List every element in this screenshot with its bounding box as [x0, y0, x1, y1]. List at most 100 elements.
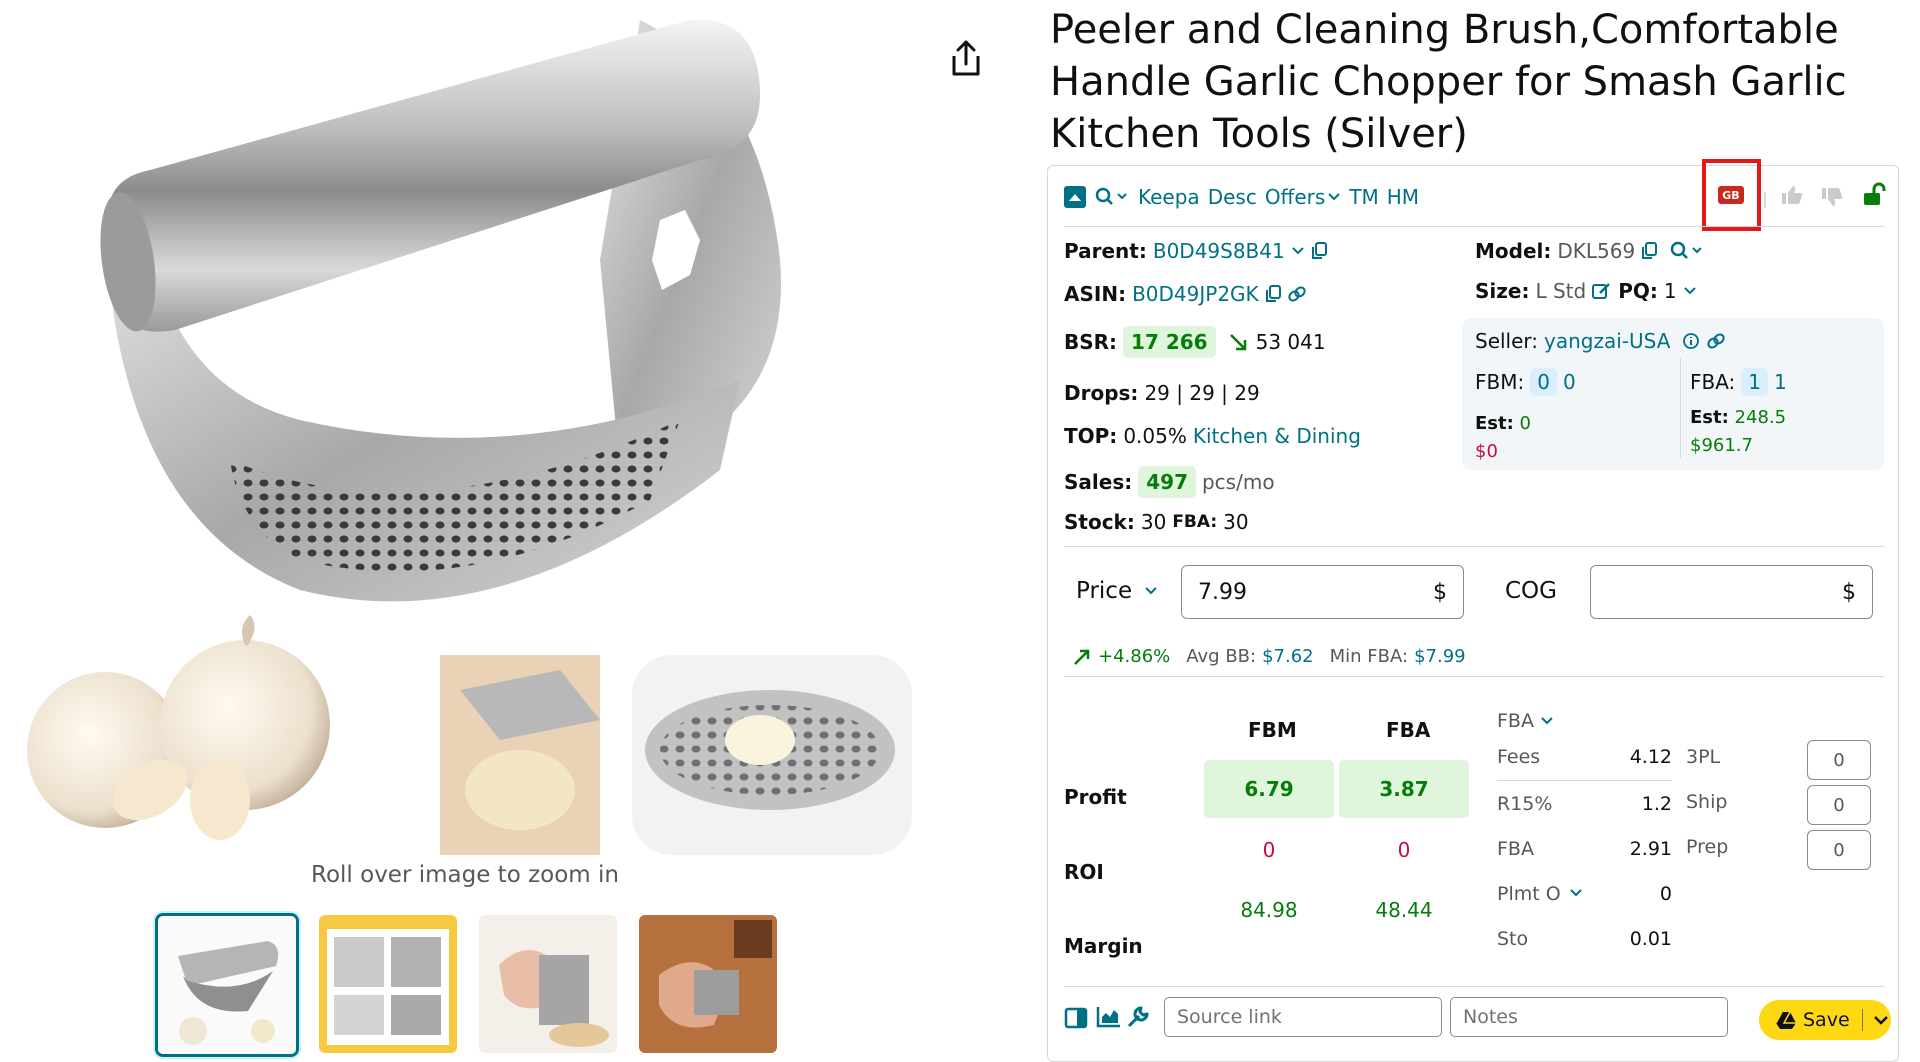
zoom-hint: Roll over image to zoom in [311, 862, 619, 888]
trend-down-icon [1229, 334, 1246, 351]
collapse-icon[interactable] [1064, 186, 1086, 208]
3pl-input[interactable]: 0 [1807, 740, 1871, 780]
chevron-down-icon [1541, 717, 1553, 725]
wrench-icon[interactable] [1126, 1005, 1150, 1029]
ship-input[interactable]: 0 [1807, 785, 1871, 825]
fba-header: FBA [1386, 718, 1431, 742]
main-product-image[interactable] [0, 0, 930, 870]
thumbs-up-icon[interactable] [1780, 184, 1804, 206]
copy-icon[interactable] [1311, 242, 1327, 260]
stock-row: Stock: 30 FBA: 30 [1064, 510, 1249, 534]
cog-label: COG [1505, 578, 1557, 604]
drive-icon [1775, 1011, 1796, 1029]
sidebar-toggle-icon[interactable] [1064, 1006, 1088, 1030]
notes-input[interactable]: Notes [1450, 997, 1728, 1037]
drops-row: Drops: 29 | 29 | 29 [1064, 381, 1260, 405]
keepa-link[interactable]: Keepa [1138, 185, 1200, 209]
thumbnail-4[interactable] [637, 913, 779, 1055]
save-button[interactable]: Save [1759, 1000, 1891, 1040]
sales-row: Sales: 497 pcs/mo [1064, 466, 1275, 498]
price-dropdown[interactable]: Price [1076, 578, 1158, 604]
model-row: Model: DKL569 [1475, 239, 1705, 263]
avg-bb-value: $7.62 [1262, 646, 1314, 667]
sales-value: 497 [1138, 466, 1196, 498]
fba-roi: 0 [1397, 838, 1411, 862]
min-fba-value: $7.99 [1414, 646, 1466, 667]
fees-dropdown[interactable]: FBA [1497, 710, 1554, 732]
fbm-margin: 84.98 [1240, 898, 1298, 922]
fba-count[interactable]: 1 [1741, 368, 1769, 396]
desc-link[interactable]: Desc [1208, 185, 1257, 209]
fee-row[interactable]: Plmt O0 [1497, 871, 1672, 916]
thumbs-down-icon[interactable] [1820, 186, 1844, 208]
link-icon[interactable] [1706, 332, 1726, 350]
search-dropdown-icon[interactable] [1669, 240, 1705, 262]
fbm-header: FBM [1248, 718, 1297, 742]
footer-divider [1064, 986, 1884, 987]
seller-divider [1680, 358, 1681, 458]
bsr-row: BSR: 17 266 53 041 [1064, 326, 1326, 358]
seller-row: Seller: yangzai-USA [1475, 329, 1726, 353]
tm-link[interactable]: TM [1349, 185, 1378, 209]
chart-icon[interactable] [1096, 1005, 1122, 1029]
highlight-box [1702, 159, 1761, 231]
section-divider [1064, 546, 1884, 547]
pq-value[interactable]: 1 [1664, 279, 1677, 303]
fba-est: Est: 248.5 $961.7 [1690, 407, 1787, 456]
profit-label: Profit [1064, 785, 1127, 809]
chevron-down-icon[interactable] [1291, 246, 1305, 256]
toolbar-divider-line [1064, 226, 1884, 227]
size-row: Size: L Std PQ: 1 [1475, 279, 1697, 303]
prep-input[interactable]: 0 [1807, 830, 1871, 870]
chevron-down-icon[interactable] [1873, 1014, 1889, 1026]
source-link-input[interactable]: Source link [1164, 997, 1442, 1037]
fbm-sellers-row: FBM: 0 0 [1475, 368, 1576, 396]
fee-row: R15% 1.2 [1497, 792, 1672, 815]
asin-link[interactable]: B0D49JP2GK [1132, 282, 1259, 306]
cog-input[interactable]: $ [1590, 565, 1873, 619]
toolbar-divider [1764, 192, 1766, 208]
fee-row: FBA 2.91 [1497, 837, 1672, 860]
chevron-down-icon [1328, 193, 1340, 201]
fees-table: Fees 4.12 R15% 1.2 FBA 2.91 Plmt O0 Sto 0.01 [1497, 746, 1672, 961]
copy-icon[interactable] [1641, 242, 1658, 260]
asin-row: ASIN: B0D49JP2GK [1064, 282, 1307, 306]
fee-row: Fees 4.12 [1497, 746, 1672, 781]
price-stats: +4.86% Avg BB: $7.62 Min FBA: $7.99 [1072, 646, 1466, 667]
drops-value: 29 | 29 | 29 [1144, 381, 1260, 405]
search-dropdown-icon[interactable] [1094, 186, 1130, 208]
unlock-icon[interactable] [1862, 182, 1886, 206]
size-value: L Std [1535, 279, 1587, 303]
prep-label: Prep [1686, 836, 1729, 858]
hm-link[interactable]: HM [1387, 185, 1419, 209]
thumbnail-1[interactable] [155, 913, 299, 1057]
trend-up-icon [1074, 649, 1090, 665]
fba-sellers-row: FBA: 1 1 [1690, 368, 1787, 396]
category-link[interactable]: Kitchen & Dining [1193, 424, 1361, 448]
roi-label: ROI [1064, 860, 1104, 884]
link-icon[interactable] [1287, 285, 1307, 303]
model-value: DKL569 [1557, 239, 1636, 263]
offers-dropdown[interactable]: Offers [1265, 185, 1325, 209]
fbm-count[interactable]: 0 [1530, 368, 1557, 396]
info-icon[interactable] [1682, 332, 1700, 350]
fbm-profit: 6.79 [1204, 760, 1334, 818]
copy-icon[interactable] [1265, 285, 1281, 303]
top-value: 0.05% [1123, 424, 1187, 448]
margin-label: Margin [1064, 934, 1143, 958]
parent-asin-link[interactable]: B0D49S8B41 [1153, 239, 1285, 263]
fee-row: Sto 0.01 [1497, 927, 1672, 950]
section-divider [1064, 676, 1884, 677]
share-icon[interactable] [948, 38, 984, 78]
product-title: Peeler and Cleaning Brush,Comfortable Ha… [1050, 7, 1847, 157]
edit-icon[interactable] [1592, 282, 1612, 300]
seller-link[interactable]: yangzai-USA [1544, 329, 1670, 353]
fbm-roi: 0 [1262, 838, 1276, 862]
bsr-avg: 53 041 [1255, 330, 1326, 354]
chevron-down-icon [1145, 587, 1157, 595]
thumbnail-2[interactable] [317, 913, 459, 1055]
price-input[interactable]: 7.99 $ [1181, 565, 1464, 619]
chevron-down-icon[interactable] [1683, 286, 1697, 296]
thumbnail-3[interactable] [477, 913, 619, 1055]
chevron-down-icon[interactable] [1569, 888, 1583, 898]
